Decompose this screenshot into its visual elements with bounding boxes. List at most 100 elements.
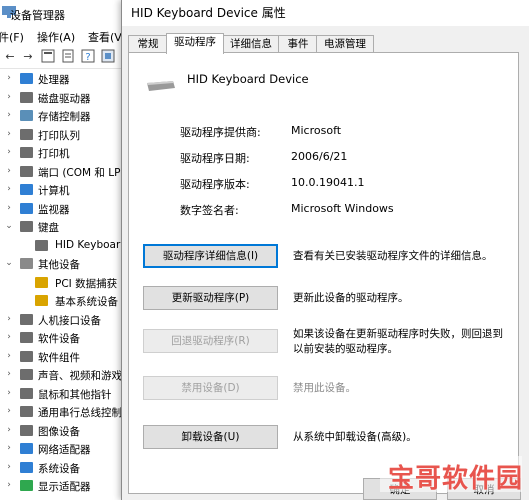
- device-tree-item[interactable]: ⌄ 键盘: [0, 218, 125, 236]
- device-tree-item[interactable]: › 处理器: [0, 70, 125, 88]
- scan-hardware-icon[interactable]: [100, 49, 116, 65]
- device-tree-item[interactable]: › 打印机: [0, 144, 125, 162]
- device-tree-item[interactable]: HID Keyboar: [0, 237, 125, 255]
- cpu-icon: [20, 73, 33, 84]
- driver-provider-label: 驱动程序提供商:: [180, 126, 261, 139]
- tab-general[interactable]: 常规: [128, 35, 168, 53]
- chevron-right-icon[interactable]: ›: [4, 332, 14, 342]
- doc-icon[interactable]: [60, 49, 76, 65]
- software-component-icon: [20, 350, 33, 362]
- driver-details-button[interactable]: 驱动程序详细信息(I): [143, 244, 278, 268]
- device-tree-item[interactable]: › 存储控制器: [0, 107, 125, 125]
- chevron-right-icon[interactable]: ›: [4, 184, 14, 194]
- device-tree-label: HID Keyboar: [55, 238, 121, 251]
- chevron-right-icon[interactable]: ›: [4, 480, 14, 490]
- chevron-right-icon[interactable]: ›: [4, 406, 14, 416]
- device-tree-item[interactable]: PCI 数据捕获: [0, 274, 125, 292]
- printer-icon: [20, 147, 33, 158]
- system-device-icon: [20, 461, 33, 473]
- device-tree-label: 图像设备: [38, 425, 80, 438]
- device-tree-label: 计算机: [38, 185, 70, 197]
- help-icon[interactable]: ?: [80, 49, 96, 65]
- device-tree-item[interactable]: › 计算机: [0, 181, 125, 199]
- tab-power-management[interactable]: 电源管理: [316, 35, 374, 53]
- driver-tab-panel: HID Keyboard Device 驱动程序提供商: Microsoft 驱…: [128, 52, 519, 494]
- menu-action[interactable]: 操作(A): [37, 29, 75, 45]
- chevron-down-icon[interactable]: ⌄: [4, 258, 14, 268]
- device-tree-label: 软件设备: [38, 333, 80, 345]
- chevron-right-icon[interactable]: ›: [4, 110, 14, 120]
- device-tree-item[interactable]: › 网络适配器: [0, 440, 125, 458]
- chevron-right-icon[interactable]: ›: [4, 369, 14, 379]
- device-tree-item[interactable]: › 软件设备: [0, 329, 125, 347]
- chevron-right-icon[interactable]: ›: [4, 166, 14, 176]
- device-tree-item[interactable]: › 显示适配器: [0, 477, 125, 495]
- chevron-right-icon[interactable]: ›: [4, 92, 14, 102]
- device-tree-item[interactable]: › 通用串行总线控制: [0, 403, 125, 421]
- tab-details[interactable]: 详细信息: [222, 35, 280, 53]
- port-icon: [20, 165, 33, 177]
- chevron-right-icon[interactable]: ›: [4, 425, 14, 435]
- chevron-right-icon[interactable]: ›: [4, 314, 14, 324]
- properties-dialog: HID Keyboard Device 属性 常规 驱动程序 详细信息 事件 电…: [121, 0, 529, 500]
- driver-date-label: 驱动程序日期:: [180, 152, 250, 165]
- device-manager-title: 设备管理器: [10, 9, 65, 22]
- watermark-text: 宝哥软件园: [388, 464, 524, 494]
- update-driver-button[interactable]: 更新驱动程序(P): [143, 286, 278, 310]
- chevron-right-icon[interactable]: ›: [4, 129, 14, 139]
- device-tree-label: 键盘: [38, 222, 59, 234]
- menu-file[interactable]: 件(F): [0, 29, 24, 45]
- dialog-title: HID Keyboard Device 属性: [131, 6, 286, 20]
- device-tree-item[interactable]: › 打印队列: [0, 126, 125, 144]
- warning-device-icon: [35, 295, 48, 306]
- properties-icon[interactable]: [40, 49, 56, 65]
- device-tree-item[interactable]: › 声音、视频和游戏: [0, 366, 125, 384]
- device-tree-label: 声音、视频和游戏: [38, 370, 122, 382]
- device-tree-label: PCI 数据捕获: [55, 277, 118, 290]
- device-tree-item[interactable]: › 鼠标和其他指针: [0, 385, 125, 403]
- device-tree-item[interactable]: › 图像设备: [0, 422, 125, 440]
- chevron-right-icon[interactable]: ›: [4, 443, 14, 453]
- computer-icon: [20, 184, 33, 195]
- tab-driver[interactable]: 驱动程序: [166, 33, 224, 54]
- display-adapter-icon: [20, 480, 33, 491]
- tab-events[interactable]: 事件: [278, 35, 318, 53]
- back-arrow-icon[interactable]: ←: [2, 49, 18, 65]
- chevron-right-icon[interactable]: ›: [4, 351, 14, 361]
- driver-version-label: 驱动程序版本:: [180, 178, 250, 191]
- chevron-right-icon[interactable]: ›: [4, 388, 14, 398]
- device-tree-label: 存储控制器: [38, 111, 91, 123]
- chevron-right-icon[interactable]: ›: [4, 462, 14, 472]
- device-tree-item[interactable]: › 系统设备: [0, 459, 125, 477]
- device-tree-label: 监视器: [38, 203, 70, 216]
- site-watermark: 宝哥软件园: [380, 456, 524, 494]
- device-tree-item[interactable]: › 端口 (COM 和 LP: [0, 163, 125, 181]
- device-tree-item[interactable]: › 人机接口设备: [0, 311, 125, 329]
- device-tree-item[interactable]: › 磁盘驱动器: [0, 89, 125, 107]
- device-tree-label: 其他设备: [38, 259, 80, 271]
- device-tree-label: 打印机: [38, 148, 70, 160]
- other-devices-icon: [20, 258, 33, 269]
- device-tree-label: 基本系统设备: [55, 296, 118, 308]
- driver-date-value: 2006/6/21: [291, 150, 348, 163]
- chevron-down-icon[interactable]: ⌄: [4, 221, 14, 231]
- disable-device-button[interactable]: 禁用设备(D): [143, 376, 278, 400]
- device-tree-label: 显示适配器: [38, 481, 91, 493]
- device-tree: › 处理器 › 磁盘驱动器 › 存储控制器 › 打印队列 › 打印机 › 端口 (COM 和 LP › 计…: [0, 70, 125, 500]
- digital-signer-value: Microsoft Windows: [291, 202, 394, 215]
- device-tree-item[interactable]: › 监视器: [0, 200, 125, 218]
- device-tree-item[interactable]: › 软件组件: [0, 348, 125, 366]
- svg-text:?: ?: [85, 52, 90, 63]
- disable-device-desc: 禁用此设备。: [293, 382, 356, 394]
- warning-device-icon: [35, 276, 48, 288]
- dialog-titlebar: HID Keyboard Device 属性: [122, 0, 529, 26]
- uninstall-device-button[interactable]: 卸载设备(U): [143, 425, 278, 449]
- chevron-right-icon[interactable]: ›: [4, 73, 14, 83]
- keyboard-icon: [20, 221, 33, 232]
- forward-arrow-icon[interactable]: →: [20, 49, 36, 65]
- chevron-right-icon[interactable]: ›: [4, 147, 14, 157]
- device-tree-item[interactable]: ⌄ 其他设备: [0, 255, 125, 273]
- chevron-right-icon[interactable]: ›: [4, 203, 14, 213]
- roll-back-driver-button[interactable]: 回退驱动程序(R): [143, 329, 278, 353]
- device-tree-item[interactable]: 基本系统设备: [0, 292, 125, 310]
